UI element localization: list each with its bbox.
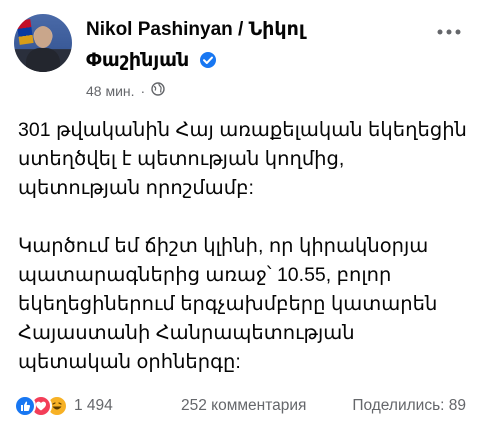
more-options-button[interactable] (434, 22, 464, 42)
post-body: 301 թվականին Հայ առաքելական եկեղեցին ստե… (18, 116, 468, 406)
post-footer: 1 494 252 комментария Поделились: 89 (14, 392, 466, 420)
post-time[interactable]: 48 мин. (86, 83, 135, 99)
post-header: Nikol Pashinyan / Նիկոլ Փաշինյան 48 мин.… (14, 12, 466, 102)
flag-decoration (16, 19, 34, 45)
more-icon (437, 29, 461, 35)
avatar-suit (26, 48, 60, 72)
shares-count[interactable]: Поделились: 89 (352, 397, 466, 415)
author-name-continued[interactable]: Փաշինյան (86, 49, 217, 75)
globe-icon (151, 82, 165, 99)
like-icon (14, 395, 36, 417)
post-meta: 48 мин. · (86, 82, 165, 99)
meta-separator: · (140, 82, 146, 99)
reactions-count[interactable]: 1 494 (74, 397, 113, 415)
post-paragraph-1: 301 թվականին Հայ առաքելական եկեղեցին ստե… (18, 119, 467, 199)
verified-badge-icon (199, 51, 217, 75)
post-paragraph-2: Կարծում եմ ճիշտ կլինի, որ կիրակնօրյա պատ… (18, 235, 438, 373)
reactions-summary[interactable] (14, 395, 68, 417)
avatar[interactable] (14, 14, 72, 72)
author-name-line2[interactable]: Փաշինյան (86, 50, 189, 71)
avatar-head (34, 26, 52, 48)
comments-count[interactable]: 252 комментария (181, 397, 306, 415)
author-name[interactable]: Nikol Pashinyan / Նիկոլ (86, 18, 305, 41)
